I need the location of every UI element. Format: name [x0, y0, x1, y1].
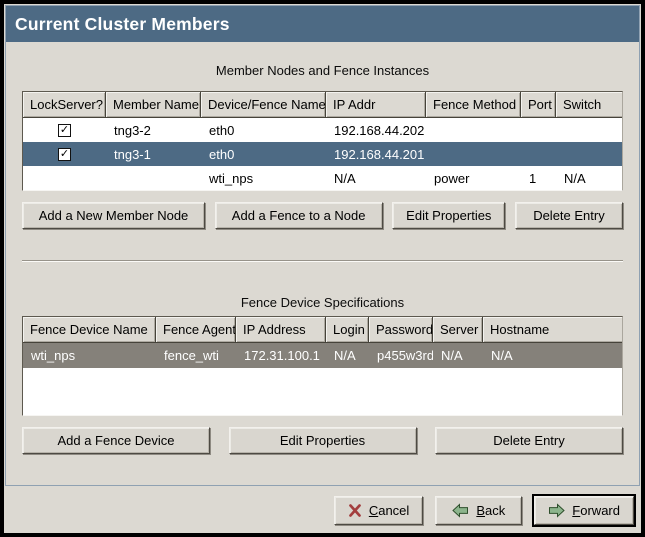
content-area: Member Nodes and Fence Instances LockSer…: [6, 42, 639, 485]
arrow-right-icon: [548, 503, 565, 518]
empty-table-area: [23, 368, 622, 415]
fence-buttons: Add a Fence Device Edit Properties Delet…: [22, 427, 623, 454]
cell-port: [521, 142, 556, 166]
col-fence-method[interactable]: Fence Method: [426, 92, 521, 118]
table-row[interactable]: wti_nps N/A power 1 N/A: [23, 166, 622, 190]
dialog-window: Current Cluster Members Member Nodes and…: [0, 0, 645, 537]
cell-ip-addr: 192.168.44.202: [326, 118, 426, 142]
cell-fence-method: [426, 118, 521, 142]
col-ip-address[interactable]: IP Address: [236, 317, 326, 343]
col-fence-device-name[interactable]: Fence Device Name: [23, 317, 156, 343]
back-label: Back: [476, 503, 505, 518]
members-table-body: ✓ tng3-2 eth0 192.168.44.202 ✓ tng3-1 et…: [23, 118, 622, 190]
cell-device-name: eth0: [201, 142, 326, 166]
table-row[interactable]: ✓ tng3-2 eth0 192.168.44.202: [23, 118, 622, 142]
col-login[interactable]: Login: [326, 317, 369, 343]
cancel-label: Cancel: [369, 503, 409, 518]
table-row-selected[interactable]: ✓ tng3-1 eth0 192.168.44.201: [23, 142, 622, 166]
add-member-node-button[interactable]: Add a New Member Node: [22, 202, 205, 229]
lockserver-checkbox[interactable]: ✓: [58, 124, 71, 137]
cell-switch: [556, 142, 622, 166]
col-ip-addr[interactable]: IP Addr: [326, 92, 426, 118]
main-frame: Current Cluster Members Member Nodes and…: [5, 5, 640, 486]
cell-port: [521, 118, 556, 142]
cell-lockserver: [23, 166, 106, 190]
delete-entry-button[interactable]: Delete Entry: [435, 427, 623, 454]
table-row-selected[interactable]: wti_nps fence_wti 172.31.100.1 N/A p455w…: [23, 343, 622, 368]
delete-entry-button[interactable]: Delete Entry: [515, 202, 623, 229]
lockserver-checkbox[interactable]: ✓: [58, 148, 71, 161]
cell-member-name: tng3-1: [106, 142, 201, 166]
dialog-titlebar: Current Cluster Members: [6, 6, 639, 42]
add-fence-to-node-button[interactable]: Add a Fence to a Node: [215, 202, 383, 229]
cell-member-name: [106, 166, 201, 190]
cancel-x-icon: [348, 504, 362, 517]
cell-fence-method: power: [426, 166, 521, 190]
members-table-header: LockServer? Member Name Device/Fence Nam…: [23, 92, 622, 118]
col-server[interactable]: Server: [433, 317, 483, 343]
cell-fence-device-name: wti_nps: [23, 343, 156, 368]
arrow-left-icon: [452, 503, 469, 518]
col-fence-agent[interactable]: Fence Agent: [156, 317, 236, 343]
cell-member-name: tng3-2: [106, 118, 201, 142]
fence-table-header: Fence Device Name Fence Agent IP Address…: [23, 317, 622, 343]
fence-devices-table: Fence Device Name Fence Agent IP Address…: [22, 316, 623, 416]
cell-fence-agent: fence_wti: [156, 343, 236, 368]
forward-button[interactable]: Forward: [534, 496, 634, 525]
cell-hostname: N/A: [483, 343, 622, 368]
col-password[interactable]: Password: [369, 317, 433, 343]
fence-table-body: wti_nps fence_wti 172.31.100.1 N/A p455w…: [23, 343, 622, 415]
members-buttons: Add a New Member Node Add a Fence to a N…: [22, 202, 623, 229]
cell-password: p455w3rd: [369, 343, 433, 368]
cell-switch: N/A: [556, 166, 622, 190]
cell-port: 1: [521, 166, 556, 190]
dialog-inner: Current Cluster Members Member Nodes and…: [4, 4, 641, 533]
check-icon: ✓: [60, 125, 69, 136]
cell-ip-address: 172.31.100.1: [236, 343, 326, 368]
back-button[interactable]: Back: [435, 496, 522, 525]
cell-fence-method: [426, 142, 521, 166]
cell-ip-addr: N/A: [326, 166, 426, 190]
forward-label: Forward: [572, 503, 620, 518]
cell-device-name: eth0: [201, 118, 326, 142]
cell-device-name: wti_nps: [201, 166, 326, 190]
col-port[interactable]: Port: [521, 92, 556, 118]
action-area: Cancel Back Forward: [4, 486, 641, 533]
edit-properties-button[interactable]: Edit Properties: [392, 202, 505, 229]
dialog-title: Current Cluster Members: [15, 14, 230, 35]
add-fence-device-button[interactable]: Add a Fence Device: [22, 427, 210, 454]
cell-server: N/A: [433, 343, 483, 368]
col-device-fence-name[interactable]: Device/Fence Name: [201, 92, 326, 118]
col-switch[interactable]: Switch: [556, 92, 622, 118]
fence-section-title: Fence Device Specifications: [22, 295, 623, 310]
col-lockserver[interactable]: LockServer?: [23, 92, 106, 118]
cell-login: N/A: [326, 343, 369, 368]
cancel-button[interactable]: Cancel: [334, 496, 423, 525]
edit-properties-button[interactable]: Edit Properties: [229, 427, 417, 454]
cell-ip-addr: 192.168.44.201: [326, 142, 426, 166]
col-hostname[interactable]: Hostname: [483, 317, 622, 343]
members-table: LockServer? Member Name Device/Fence Nam…: [22, 91, 623, 191]
check-icon: ✓: [60, 149, 69, 160]
col-member-name[interactable]: Member Name: [106, 92, 201, 118]
cell-switch: [556, 118, 622, 142]
horizontal-separator: [22, 260, 623, 262]
members-section-title: Member Nodes and Fence Instances: [22, 63, 623, 78]
